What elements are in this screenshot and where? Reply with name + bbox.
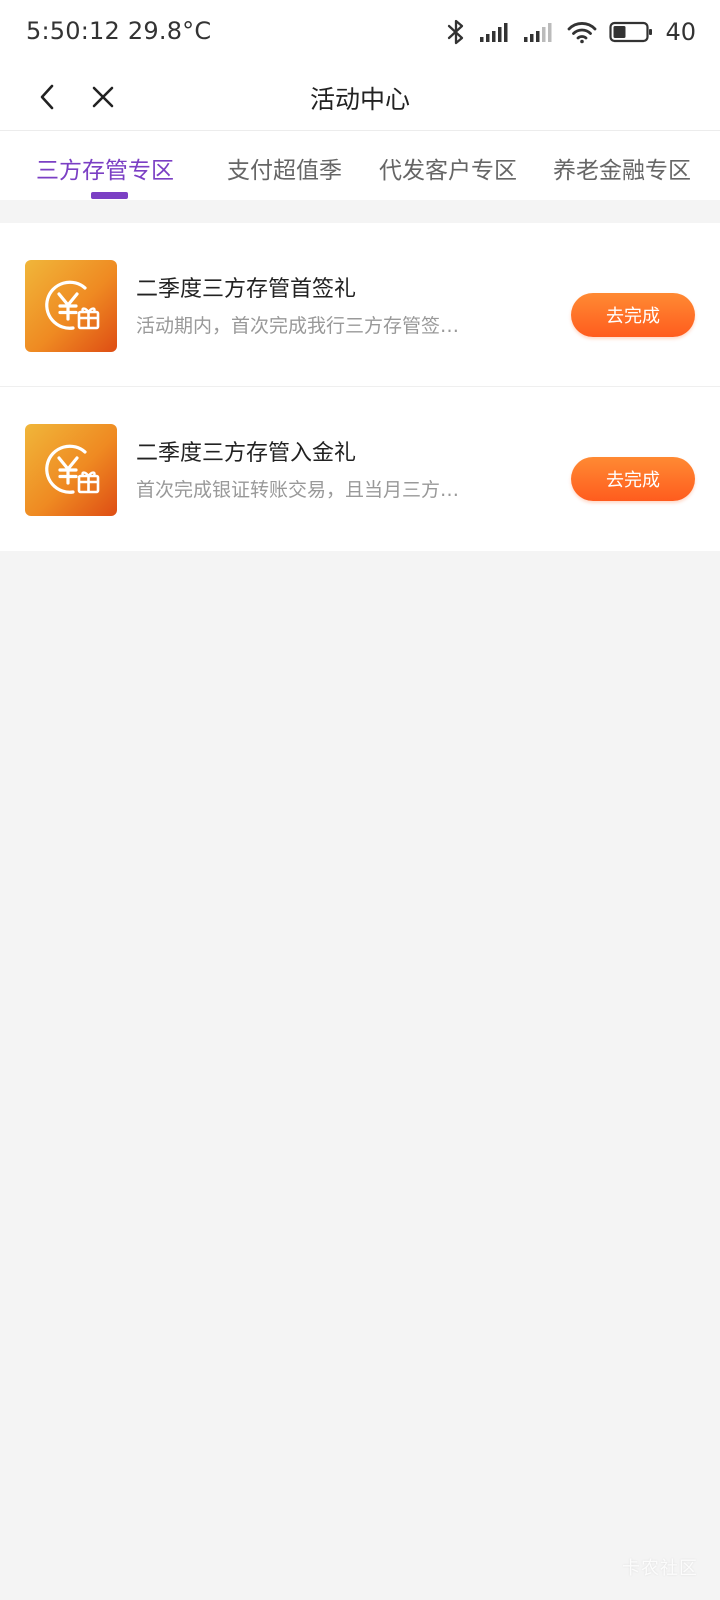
status-icons: 40 [445,16,696,48]
header: 活动中心 [0,64,720,130]
tab-bar: 三方存管专区 支付超值季 代发客户专区 养老金融专区 [0,130,720,200]
activity-list: 二季度三方存管首签礼 活动期内，首次完成我行三方存管签约… 去完成 二季度三方存… [0,223,720,551]
tab-payroll-customers[interactable]: 代发客户专区 [379,151,517,185]
status-left: 5:50:12 29.8°C [26,17,211,45]
signal-icon [479,21,511,43]
chevron-left-icon [40,84,54,110]
activity-title: 二季度三方存管首签礼 [136,277,357,302]
yuan-gift-icon [25,260,117,352]
close-button[interactable] [86,80,120,114]
back-button[interactable] [30,80,64,114]
complete-button[interactable]: 去完成 [571,293,695,337]
battery-icon [609,21,653,43]
active-tab-indicator [91,192,128,199]
status-time: 5:50:12 [26,17,120,45]
status-temperature: 29.8°C [127,17,212,45]
tab-pension-finance[interactable]: 养老金融专区 [553,151,691,185]
yuan-gift-icon [25,424,117,516]
tab-payment-season[interactable]: 支付超值季 [227,151,342,185]
close-icon [92,86,114,108]
activity-description: 首次完成银证转账交易，且当月三方保… [136,479,476,501]
wifi-icon [567,20,597,44]
tab-third-party-custody[interactable]: 三方存管专区 [36,151,174,185]
activity-description: 活动期内，首次完成我行三方存管签约… [136,315,476,337]
complete-button[interactable]: 去完成 [571,457,695,501]
activity-title: 二季度三方存管入金礼 [136,441,357,466]
battery-level: 40 [665,18,696,46]
list-item[interactable]: 二季度三方存管入金礼 首次完成银证转账交易，且当月三方保… 去完成 [0,387,720,551]
status-bar: 5:50:12 29.8°C 40 [0,0,720,64]
bluetooth-icon [445,19,467,45]
watermark: 卡农社区 [622,1558,698,1579]
signal-icon [523,21,555,43]
list-item[interactable]: 二季度三方存管首签礼 活动期内，首次完成我行三方存管签约… 去完成 [0,223,720,387]
